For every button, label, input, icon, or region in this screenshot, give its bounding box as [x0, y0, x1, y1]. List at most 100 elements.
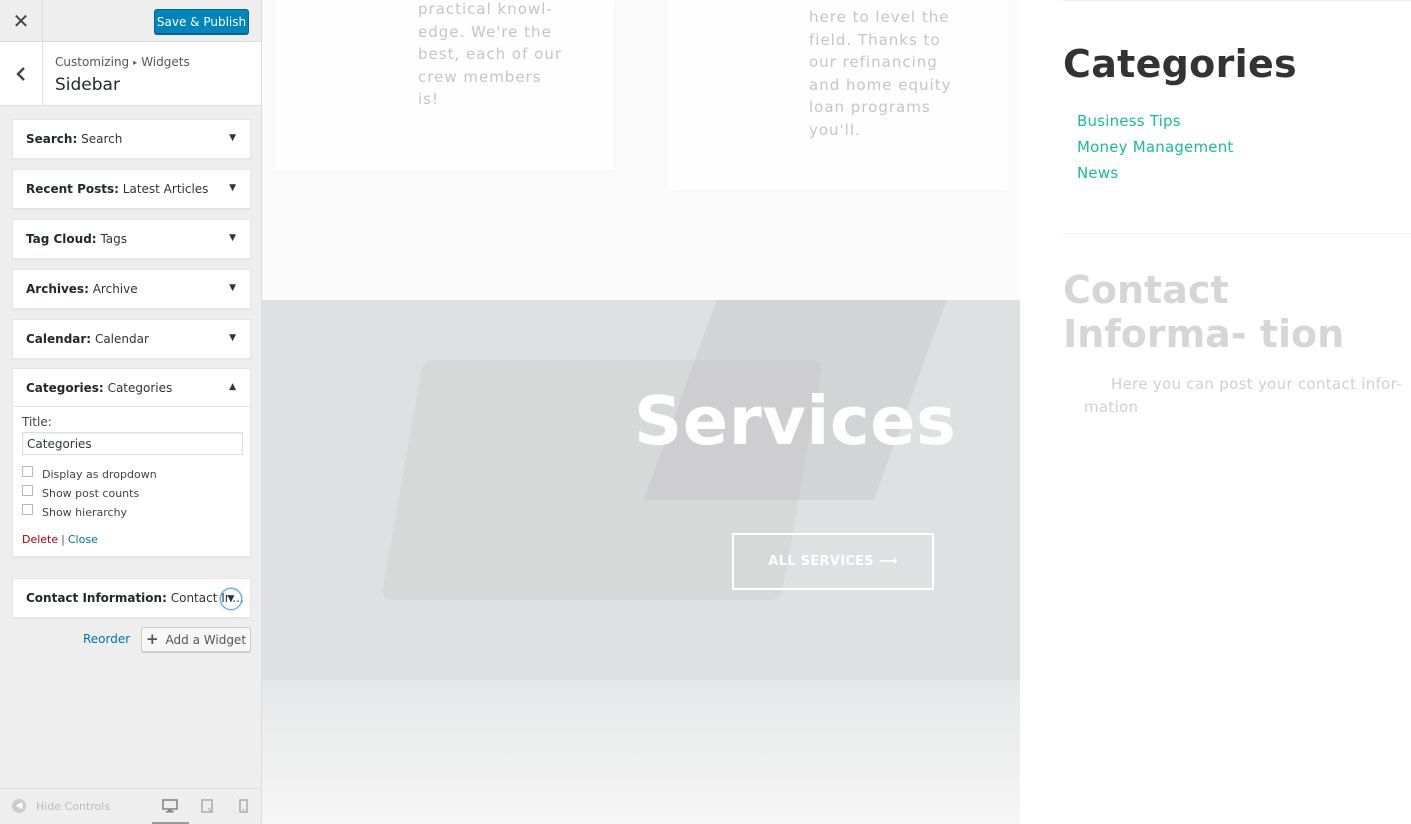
- checkbox-row[interactable]: Display as dropdown: [22, 465, 241, 481]
- widget-instance-title: Latest Articles: [122, 182, 209, 196]
- widget-title: Tag Cloud: Tags: [26, 232, 127, 246]
- widget-contact-information[interactable]: Contact Information: Contact In... ▼: [12, 578, 251, 618]
- section-header: Customizing ▸ Widgets Sidebar: [0, 42, 261, 106]
- expand-arrow-icon[interactable]: ▼: [229, 333, 236, 343]
- widget-search[interactable]: Search: Search ▼: [12, 119, 251, 159]
- reorder-link[interactable]: Reorder: [83, 632, 130, 646]
- title-input[interactable]: [22, 432, 243, 455]
- customizer-controls: ✕ Save & Publish Customizing ▸ Widgets Sid…: [0, 0, 262, 824]
- widget-title: Categories: Categories: [26, 381, 172, 395]
- widget-type: Search:: [26, 132, 78, 146]
- card-line: our refinancing: [809, 53, 938, 71]
- widget-type: Tag Cloud:: [26, 232, 97, 246]
- checkbox-label: Show hierarchy: [42, 505, 128, 519]
- widget-type: Categories:: [26, 381, 104, 395]
- checkbox-row[interactable]: Show post counts: [22, 484, 241, 500]
- checkbox-label: Display as dropdown: [42, 467, 157, 481]
- site-preview: practical knowl- edge. We're the best, e…: [262, 0, 1411, 824]
- features-section: practical knowl- edge. We're the best, e…: [262, 0, 1020, 300]
- title-label: Title:: [22, 415, 52, 429]
- expand-arrow-icon[interactable]: ▼: [229, 283, 236, 293]
- breadcrumb-separator-icon: ▸: [133, 58, 138, 67]
- chevron-left-icon[interactable]: [0, 42, 43, 105]
- widget-tag-cloud[interactable]: Tag Cloud: Tags ▼: [12, 219, 251, 259]
- card-line: edge. We're the: [418, 22, 552, 41]
- widget-instance-title: Search: [81, 132, 123, 146]
- mobile-icon[interactable]: [234, 797, 252, 815]
- widget-type: Archives:: [26, 282, 89, 296]
- preview-sidebar: Categories Business Tips Money Managemen…: [1063, 0, 1411, 824]
- widget-title: Search: Search: [26, 132, 122, 146]
- feature-card: practical knowl- edge. We're the best, e…: [276, 0, 614, 170]
- widget-type: Calendar:: [26, 332, 92, 346]
- tablet-icon[interactable]: [198, 797, 216, 815]
- add-widget-button[interactable]: + Add a Widget: [141, 627, 251, 652]
- widget-type: Contact Information:: [26, 591, 167, 605]
- widget-header[interactable]: Archives: Archive ▼: [13, 270, 250, 308]
- widget-title: Contact Information: Contact In...: [26, 591, 244, 605]
- hierarchy-checkbox[interactable]: [22, 503, 33, 515]
- card-line: crew members: [418, 67, 542, 86]
- card-line: loan programs: [809, 98, 931, 116]
- widget-instance-title: Categories: [107, 381, 173, 395]
- category-link[interactable]: Business Tips: [1077, 112, 1181, 130]
- widget-header[interactable]: Recent Posts: Latest Articles ▼: [13, 170, 250, 208]
- widget-header[interactable]: Calendar: Calendar ▼: [13, 320, 250, 358]
- widget-instance-title: Tags: [100, 232, 128, 246]
- breadcrumb-root: Customizing: [55, 55, 130, 69]
- card-line: you'll.: [809, 120, 861, 139]
- widget-title: Archives: Archive: [26, 282, 138, 296]
- expand-arrow-icon[interactable]: ▼: [220, 588, 242, 610]
- services-heading: Services: [634, 382, 957, 460]
- delete-link[interactable]: Delete: [22, 533, 58, 546]
- card-line: field. Thanks to: [809, 30, 941, 49]
- checkbox-label: Show post counts: [42, 486, 140, 500]
- card-line: is!: [418, 90, 439, 108]
- widget-header[interactable]: Contact Information: Contact In... ▼: [13, 579, 250, 617]
- divider: [1063, 233, 1411, 234]
- collapse-arrow-icon[interactable]: ▲: [229, 382, 236, 392]
- widget-header[interactable]: Search: Search ▼: [13, 120, 250, 158]
- widget-title: Calendar: Calendar: [26, 332, 149, 346]
- card-line: here to level the: [809, 8, 950, 26]
- widget-categories[interactable]: Categories: Categories ▲ Title: Display …: [12, 368, 251, 557]
- widget-header[interactable]: Tag Cloud: Tags ▼: [13, 220, 250, 258]
- widget-form: Title: Display as dropdown Show post cou…: [13, 407, 250, 556]
- hide-controls-button[interactable]: ◀ Hide Controls: [12, 799, 110, 813]
- category-link[interactable]: News: [1077, 164, 1118, 182]
- add-widget-label: Add a Widget: [165, 632, 247, 647]
- contact-text: Here you can post your contact infor- ma…: [1084, 375, 1402, 416]
- card-line: and home equity: [809, 75, 952, 94]
- hide-controls-label: Hide Controls: [36, 799, 111, 813]
- card-line: practical knowl-: [418, 0, 553, 18]
- checkbox-row[interactable]: Show hierarchy: [22, 503, 241, 519]
- customizer-header: ✕ Save & Publish: [0, 0, 261, 42]
- card-line: best, each of our: [418, 45, 563, 63]
- desktop-icon[interactable]: [161, 797, 179, 815]
- section-title: Sidebar: [55, 75, 120, 95]
- widget-recent-posts[interactable]: Recent Posts: Latest Articles ▼: [12, 169, 251, 209]
- category-link[interactable]: Money Management: [1077, 138, 1234, 156]
- widget-calendar[interactable]: Calendar: Calendar ▼: [12, 319, 251, 359]
- widget-archives[interactable]: Archives: Archive ▼: [12, 269, 251, 309]
- close-icon[interactable]: ✕: [0, 0, 43, 42]
- divider: [1063, 0, 1411, 1]
- widget-actions: Delete | Close: [22, 533, 241, 546]
- categories-heading: Categories: [1063, 42, 1297, 86]
- expand-arrow-icon[interactable]: ▼: [229, 133, 236, 143]
- widget-type: Recent Posts:: [26, 182, 119, 196]
- expand-arrow-icon[interactable]: ▼: [229, 233, 236, 243]
- expand-arrow-icon[interactable]: ▼: [229, 183, 236, 193]
- action-separator: |: [61, 533, 65, 546]
- widget-header[interactable]: Categories: Categories ▲: [13, 369, 250, 407]
- close-link[interactable]: Close: [68, 533, 98, 546]
- card-text: here to level the field. Thanks to our r…: [809, 6, 951, 141]
- save-publish-button[interactable]: Save & Publish: [154, 9, 249, 34]
- post-counts-checkbox[interactable]: [22, 484, 33, 496]
- all-services-button[interactable]: ALL SERVICES ⟶: [732, 533, 934, 590]
- dropdown-checkbox[interactable]: [22, 465, 33, 477]
- background-image: [262, 680, 1020, 824]
- collapse-left-icon: ◀: [12, 799, 26, 813]
- widget-instance-title: Calendar: [94, 332, 149, 346]
- widget-instance-title: Archive: [92, 282, 138, 296]
